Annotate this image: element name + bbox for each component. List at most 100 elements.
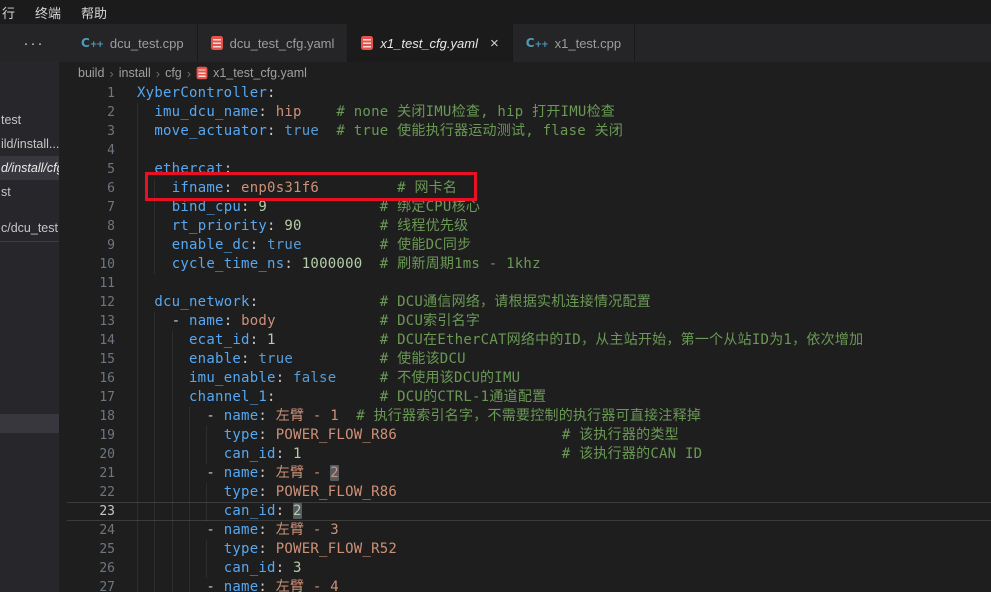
editor-tab[interactable]: C++x1_test.cpp: [513, 24, 635, 62]
line-number[interactable]: 26: [67, 559, 115, 578]
code-text: ifname: enp0s31f6 # 网卡名: [137, 179, 457, 198]
code-token: POWER_FLOW_R86: [276, 427, 397, 443]
code-token: can_id: [224, 446, 276, 462]
code-text: type: POWER_FLOW_R86: [137, 483, 397, 502]
code-token: [267, 465, 276, 481]
breadcrumb-segment[interactable]: cfg: [165, 66, 182, 80]
menu-item[interactable]: 行: [0, 0, 25, 24]
code-token: [267, 199, 380, 215]
line-number[interactable]: 7: [67, 198, 115, 217]
line-number[interactable]: 6: [67, 179, 115, 198]
code-token: name: [224, 522, 259, 538]
line-number[interactable]: 21: [67, 464, 115, 483]
editor-tab[interactable]: dcu_test_cfg.yaml: [198, 24, 349, 62]
code-line[interactable]: 23 can_id: 2: [67, 502, 991, 521]
code-line[interactable]: 24 - name: 左臂 - 3: [67, 521, 991, 540]
code-line[interactable]: 5 ethercat:: [67, 160, 991, 179]
code-line[interactable]: 4: [67, 141, 991, 160]
line-number[interactable]: 9: [67, 236, 115, 255]
code-line[interactable]: 14 ecat_id: 1 # DCU在EtherCAT网络中的ID，从主站开始…: [67, 331, 991, 350]
code-token: [137, 180, 172, 196]
comment-token: # none 关闭IMU检查, hip 打开IMU检查: [336, 104, 615, 120]
more-actions-icon[interactable]: ···: [0, 24, 68, 62]
breadcrumb: build›install›cfg›x1_test_cfg.yaml: [67, 62, 991, 84]
sidebar-item[interactable]: st: [0, 180, 59, 204]
code-line[interactable]: 12 dcu_network: # DCU通信网络，请根据实机连接情况配置: [67, 293, 991, 312]
code-token: :: [224, 161, 233, 177]
line-number[interactable]: 5: [67, 160, 115, 179]
sidebar-item[interactable]: d/install/cfg: [0, 156, 59, 180]
line-number[interactable]: 20: [67, 445, 115, 464]
code-token: ifname: [172, 180, 224, 196]
line-number[interactable]: 16: [67, 369, 115, 388]
menu-item[interactable]: 帮助: [71, 0, 117, 24]
code-line[interactable]: 25 type: POWER_FLOW_R52: [67, 540, 991, 559]
breadcrumb-segment[interactable]: build: [78, 66, 104, 80]
line-number[interactable]: 4: [67, 141, 115, 160]
line-number[interactable]: 13: [67, 312, 115, 331]
editor-tab[interactable]: x1_test_cfg.yaml×: [348, 24, 512, 62]
line-number[interactable]: 12: [67, 293, 115, 312]
sidebar-item[interactable]: ild/install...: [0, 132, 59, 156]
code-token: :: [258, 522, 267, 538]
code-line[interactable]: 10 cycle_time_ns: 1000000 # 刷新周期1ms - 1k…: [67, 255, 991, 274]
editor[interactable]: build›install›cfg›x1_test_cfg.yaml 1Xybe…: [67, 62, 991, 592]
line-number[interactable]: 8: [67, 217, 115, 236]
line-number[interactable]: 2: [67, 103, 115, 122]
code-token: :: [267, 218, 276, 234]
line-number[interactable]: 24: [67, 521, 115, 540]
code-line[interactable]: 13 - name: body # DCU索引名字: [67, 312, 991, 331]
code-text: - name: body # DCU索引名字: [137, 312, 480, 331]
code-line[interactable]: 22 type: POWER_FLOW_R86: [67, 483, 991, 502]
code-line[interactable]: 3 move_actuator: true # true 使能执行器运动测试, …: [67, 122, 991, 141]
code-line[interactable]: 9 enable_dc: true # 使能DC同步: [67, 236, 991, 255]
code-line[interactable]: 19 type: POWER_FLOW_R86 # 该执行器的类型: [67, 426, 991, 445]
code-line[interactable]: 7 bind_cpu: 9 # 绑定CPU核心: [67, 198, 991, 217]
line-number[interactable]: 10: [67, 255, 115, 274]
code-text: enable: true # 使能该DCU: [137, 350, 466, 369]
line-number[interactable]: 11: [67, 274, 115, 293]
code-line[interactable]: 18 - name: 左臂 - 1 # 执行器索引名字，不需要控制的执行器可直接…: [67, 407, 991, 426]
code-token: [267, 522, 276, 538]
code-line[interactable]: 17 channel_1: # DCU的CTRL-1通道配置: [67, 388, 991, 407]
code-line[interactable]: 16 imu_enable: false # 不使用该DCU的IMU: [67, 369, 991, 388]
code-line[interactable]: 11: [67, 274, 991, 293]
code-token: true: [284, 123, 319, 139]
code-token: name: [224, 465, 259, 481]
line-number[interactable]: 15: [67, 350, 115, 369]
tab-close-icon[interactable]: ×: [490, 36, 499, 51]
code-line[interactable]: 21 - name: 左臂 - 2: [67, 464, 991, 483]
line-number[interactable]: 1: [67, 84, 115, 103]
line-number[interactable]: 17: [67, 388, 115, 407]
code-token: :: [241, 199, 250, 215]
code-line[interactable]: 15 enable: true # 使能该DCU: [67, 350, 991, 369]
line-number[interactable]: 19: [67, 426, 115, 445]
menu-item[interactable]: 终端: [25, 0, 71, 24]
sidebar-item[interactable]: c/dcu_test...: [0, 216, 59, 240]
line-number[interactable]: 22: [67, 483, 115, 502]
code-line[interactable]: 8 rt_priority: 90 # 线程优先级: [67, 217, 991, 236]
line-number[interactable]: 14: [67, 331, 115, 350]
code-line[interactable]: 26 can_id: 3: [67, 559, 991, 578]
code-line[interactable]: 6 ifname: enp0s31f6 # 网卡名: [67, 179, 991, 198]
code-token: enable_dc: [172, 237, 250, 253]
code-text: - name: 左臂 - 3: [137, 521, 339, 540]
breadcrumb-segment[interactable]: install: [119, 66, 151, 80]
code-token: [137, 503, 224, 519]
code-line[interactable]: 1XyberController:: [67, 84, 991, 103]
editor-tab[interactable]: C++dcu_test.cpp: [68, 24, 198, 62]
line-number[interactable]: 3: [67, 122, 115, 141]
line-number[interactable]: 23: [67, 502, 115, 521]
code-line[interactable]: 2 imu_dcu_name: hip # none 关闭IMU检查, hip …: [67, 103, 991, 122]
code-token: 1: [293, 446, 302, 462]
line-number[interactable]: 27: [67, 578, 115, 592]
code-token: [137, 522, 206, 538]
breadcrumb-file[interactable]: x1_test_cfg.yaml: [213, 66, 307, 80]
code-token: 1: [267, 332, 276, 348]
line-number[interactable]: 25: [67, 540, 115, 559]
code-line[interactable]: 20 can_id: 1 # 该执行器的CAN ID: [67, 445, 991, 464]
code-token: channel_1: [189, 389, 267, 405]
code-line[interactable]: 27 - name: 左臂 - 4: [67, 578, 991, 592]
line-number[interactable]: 18: [67, 407, 115, 426]
sidebar-item[interactable]: test: [0, 108, 59, 132]
